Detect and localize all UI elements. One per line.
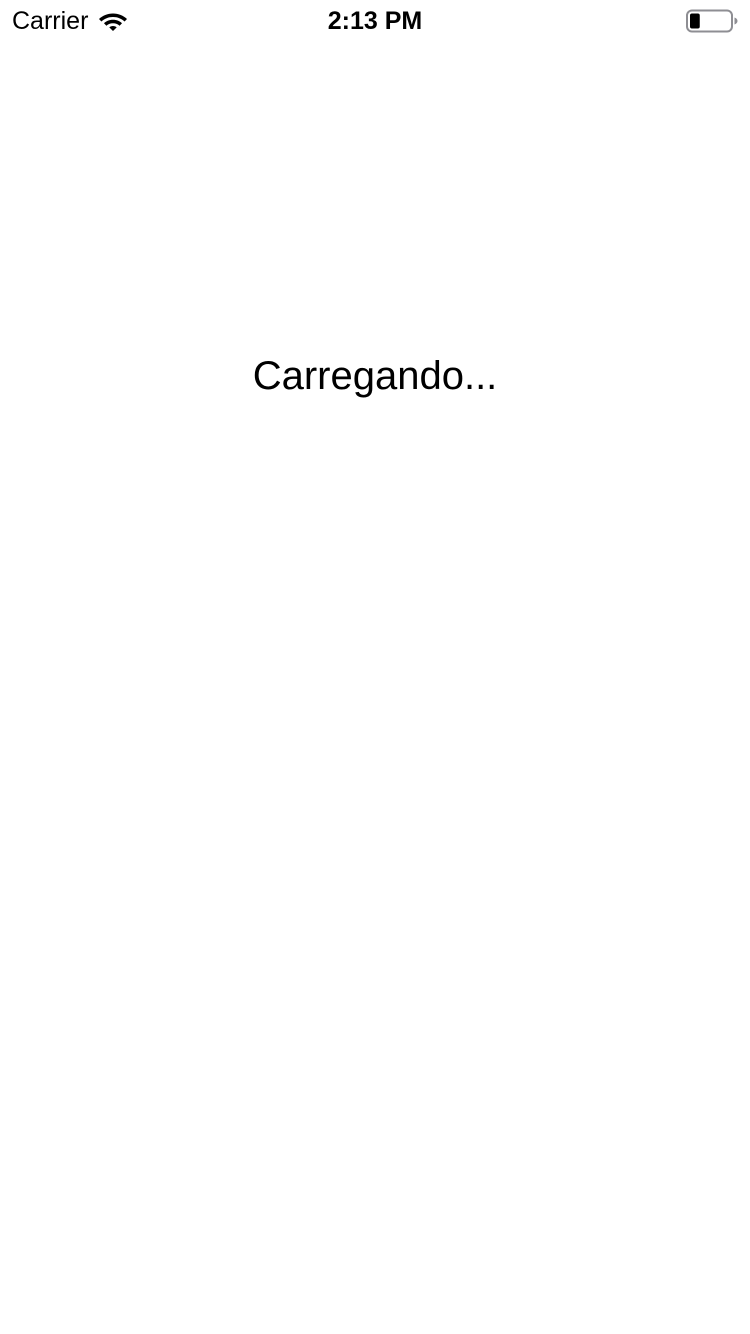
status-time: 2:13 PM	[327, 7, 423, 35]
status-bar: Carrier 2:13 PM	[0, 0, 750, 40]
loading-message: Carregando...	[252, 354, 498, 398]
app-screen: Carrier 2:13 PM Carregando...	[0, 0, 750, 1334]
battery-icon	[686, 9, 738, 33]
